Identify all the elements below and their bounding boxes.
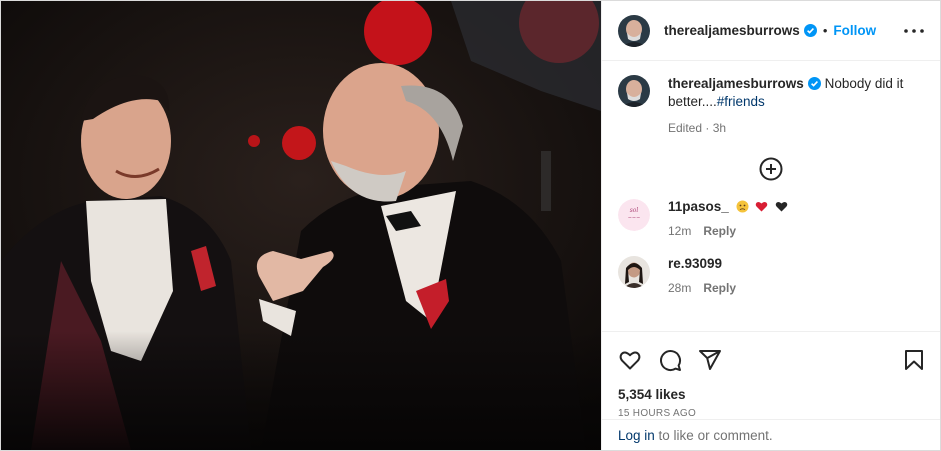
heart-icon[interactable] xyxy=(618,348,642,372)
caption-body: therealjamesburrows Nobody did it better… xyxy=(668,75,924,137)
caption-username[interactable]: therealjamesburrows xyxy=(668,76,804,91)
post-caption: therealjamesburrows Nobody did it better… xyxy=(602,61,940,137)
comment-icon[interactable] xyxy=(658,348,682,372)
comment-body: 11pasos_ 12m Reply xyxy=(668,199,788,238)
verified-badge-icon xyxy=(803,24,817,37)
separator-dot: • xyxy=(822,23,828,38)
red-heart-icon xyxy=(755,200,768,213)
reply-button[interactable]: Reply xyxy=(703,281,736,295)
comment-time: 28m xyxy=(668,281,692,295)
bookmark-icon[interactable] xyxy=(902,348,926,372)
comment-meta: 28m Reply xyxy=(668,281,748,295)
photo-illustration xyxy=(1,1,601,450)
caption-hashtag[interactable]: #friends xyxy=(717,94,765,109)
black-heart-icon xyxy=(775,200,788,213)
share-icon[interactable] xyxy=(698,348,722,372)
comment-meta: 12m Reply xyxy=(668,224,788,238)
post-window: therealjamesburrows • Follow therealjame… xyxy=(0,0,941,451)
svg-text:~~~: ~~~ xyxy=(628,215,641,221)
comment-username[interactable]: 11pasos_ xyxy=(668,199,729,214)
comment-item: sol ~~~ 11pasos_ 12m Reply xyxy=(602,199,940,238)
comment-body: re.93099 28m Reply xyxy=(668,256,748,295)
comment-username[interactable]: re.93099 xyxy=(668,256,722,271)
follow-button[interactable]: Follow xyxy=(833,23,876,38)
likes-count[interactable]: 5,354 likes xyxy=(602,387,940,402)
post-side-panel: therealjamesburrows • Follow therealjame… xyxy=(601,1,940,450)
post-header: therealjamesburrows • Follow xyxy=(602,1,940,61)
comment-item: re.93099 28m Reply xyxy=(602,256,940,295)
avatar[interactable] xyxy=(618,14,650,47)
add-comment-icon[interactable] xyxy=(759,157,783,181)
login-link[interactable]: Log in xyxy=(618,428,655,443)
reply-button[interactable]: Reply xyxy=(703,224,736,238)
avatar[interactable] xyxy=(618,75,650,107)
caption-meta: Edited · 3h xyxy=(668,121,727,135)
login-prompt: Log in to like or comment. xyxy=(602,419,940,450)
svg-text:sol: sol xyxy=(630,207,639,214)
login-prompt-text: to like or comment. xyxy=(654,427,773,443)
comment-time: 12m xyxy=(668,224,692,238)
avatar[interactable]: sol ~~~ xyxy=(618,199,650,231)
load-more-comments[interactable] xyxy=(602,157,940,181)
post-photo xyxy=(1,1,601,450)
avatar[interactable] xyxy=(618,256,650,288)
more-options-icon[interactable] xyxy=(902,19,926,43)
worried-face-icon xyxy=(736,200,749,213)
comments-section[interactable]: therealjamesburrows Nobody did it better… xyxy=(602,61,940,331)
action-bar xyxy=(602,331,940,387)
verified-badge-icon xyxy=(807,77,821,90)
post-timestamp: 15 HOURS AGO xyxy=(618,408,697,419)
author-username[interactable]: therealjamesburrows xyxy=(664,23,800,38)
